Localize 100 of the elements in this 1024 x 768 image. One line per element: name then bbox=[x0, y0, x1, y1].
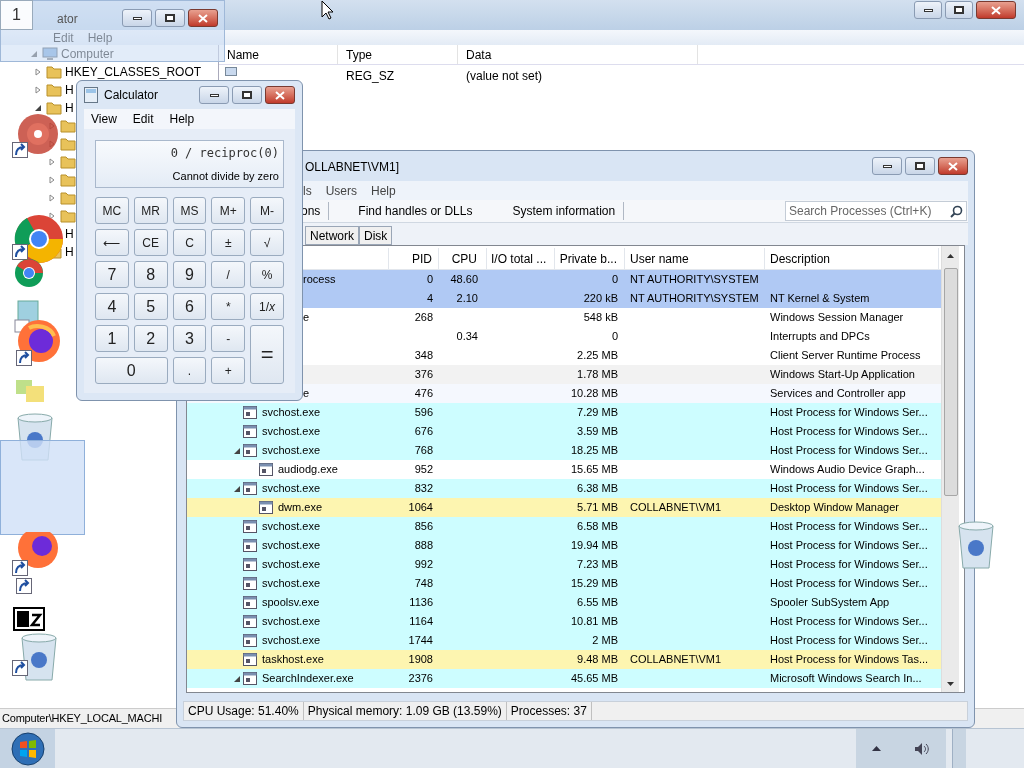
column-header[interactable]: Name bbox=[219, 45, 338, 64]
table-cell-text: Spooler SubSystem App bbox=[770, 595, 890, 611]
column-header[interactable]: Data bbox=[458, 45, 698, 64]
process-row[interactable]: svchost.exe 768 18.25 MB Host Process for Windows Ser... bbox=[187, 441, 941, 460]
calculator-key[interactable]: 1 bbox=[95, 325, 129, 352]
calculator-key[interactable]: = bbox=[250, 325, 284, 384]
column-header[interactable]: Private b... bbox=[555, 248, 625, 269]
status-text: Physical memory: 1.09 GB (13.59%) bbox=[303, 702, 507, 720]
search-field[interactable]: Search Processes (Ctrl+K) bbox=[785, 201, 967, 221]
table-cell-text: 4 bbox=[426, 291, 433, 307]
process-row[interactable]: svchost.exe 748 15.29 MB Host Process for Windows Ser... bbox=[187, 574, 941, 593]
column-header[interactable]: CPU bbox=[439, 248, 487, 269]
calculator-key[interactable]: % bbox=[250, 261, 284, 288]
tree-item[interactable]: HKEY_CLASSES_ROOT bbox=[65, 63, 202, 81]
tree-item[interactable]: H bbox=[65, 81, 74, 99]
calculator-key[interactable]: MC bbox=[95, 197, 129, 224]
calculator-key[interactable]: √ bbox=[250, 229, 284, 256]
calculator-key[interactable]: CE bbox=[133, 229, 168, 256]
table-cell-text: Host Process for Windows Ser... bbox=[770, 519, 928, 535]
table-cell-text: 548 kB bbox=[583, 310, 618, 326]
calculator-key[interactable]: 3 bbox=[172, 325, 207, 352]
menu-item[interactable]: Help bbox=[169, 110, 195, 128]
process-row[interactable]: svchost.exe 676 3.59 MB Host Process for Windows Ser... bbox=[187, 422, 941, 441]
table-cell-text: 1064 bbox=[408, 500, 433, 516]
process-row[interactable]: svchost.exe 1744 2 MB Host Process for Windows Ser... bbox=[187, 631, 941, 650]
calculator-key[interactable]: * bbox=[211, 293, 246, 320]
calculator-key[interactable]: 4 bbox=[95, 293, 129, 320]
calculator-key[interactable]: M+ bbox=[211, 197, 246, 224]
table-cell-text: 768 bbox=[414, 443, 433, 459]
table-cell-text: Windows Start-Up Application bbox=[770, 367, 915, 383]
table-cell-text: Host Process for Windows Ser... bbox=[770, 538, 928, 554]
process-name: svchost.exe bbox=[262, 538, 321, 554]
table-cell-text: Host Process for Windows Ser... bbox=[770, 443, 928, 459]
process-row[interactable]: svchost.exe 832 6.38 MB Host Process for Windows Ser... bbox=[187, 479, 941, 498]
calculator-key[interactable]: ± bbox=[211, 229, 246, 256]
table-cell-text: Interrupts and DPCs bbox=[770, 329, 870, 345]
table-cell-text: 856 bbox=[414, 519, 433, 535]
menu-item[interactable]: Edit bbox=[132, 110, 154, 128]
calculator-key[interactable]: C bbox=[172, 229, 207, 256]
table-cell-text: Host Process for Windows Tas... bbox=[770, 652, 929, 668]
calculator-key[interactable]: 9 bbox=[172, 261, 207, 288]
window-number-badge: 1 bbox=[0, 0, 33, 30]
calculator-key[interactable]: 6 bbox=[172, 293, 207, 320]
process-row[interactable]: taskhost.exe 1908 9.48 MB COLLABNET\VM1 Host Process for Windows Tas... bbox=[187, 650, 941, 669]
process-row[interactable]: svchost.exe 888 19.94 MB Host Process for Windows Ser... bbox=[187, 536, 941, 555]
process-row[interactable]: dwm.exe 1064 5.71 MB COLLABNET\VM1 Desktop Window Manager bbox=[187, 498, 941, 517]
menu-item[interactable]: Users bbox=[325, 181, 357, 200]
table-cell-text: Desktop Window Manager bbox=[770, 500, 899, 516]
expression-text: 0 / reciproc(0) bbox=[170, 145, 279, 162]
process-row[interactable]: SearchIndexer.exe 2376 45.65 MB Microsoft Windows Search In... bbox=[187, 669, 941, 688]
column-header[interactable]: Description bbox=[765, 248, 939, 269]
table-cell-text: 7.29 MB bbox=[577, 405, 618, 421]
calculator-key[interactable]: M- bbox=[250, 197, 284, 224]
tree-item[interactable]: H bbox=[65, 225, 74, 243]
table-cell-text: 19.94 MB bbox=[570, 538, 618, 554]
toolbar-button[interactable]: Find handles or DLLs bbox=[358, 202, 497, 220]
calculator-key[interactable]: 5 bbox=[133, 293, 168, 320]
menu-item[interactable]: Help bbox=[371, 181, 396, 200]
menu-item[interactable]: View bbox=[91, 110, 117, 128]
calculator-key[interactable]: 1/x bbox=[250, 293, 284, 320]
process-name: e bbox=[303, 386, 310, 402]
table-cell-text: Host Process for Windows Ser... bbox=[770, 405, 928, 421]
calculator-key[interactable]: / bbox=[211, 261, 246, 288]
process-name: spoolsv.exe bbox=[262, 595, 320, 611]
toolbar-button[interactable]: System information bbox=[512, 202, 625, 220]
table-cell-text: Services and Controller app bbox=[770, 386, 906, 402]
value-data: (value not set) bbox=[465, 68, 543, 85]
process-name: SearchIndexer.exe bbox=[262, 671, 354, 687]
calculator-key[interactable]: ⟵ bbox=[95, 229, 129, 256]
tree-item[interactable]: H bbox=[65, 243, 74, 261]
column-header[interactable]: PID bbox=[389, 248, 439, 269]
calculator-key[interactable]: . bbox=[172, 357, 207, 384]
process-row[interactable]: spoolsv.exe 1136 6.55 MB Spooler SubSystem App bbox=[187, 593, 941, 612]
column-header[interactable]: User name bbox=[625, 248, 765, 269]
table-cell-text: 2 MB bbox=[592, 633, 618, 649]
calculator-key[interactable]: MS bbox=[172, 197, 207, 224]
table-cell-text: Host Process for Windows Ser... bbox=[770, 557, 928, 573]
calculator-key[interactable]: + bbox=[211, 357, 246, 384]
process-row[interactable]: svchost.exe 1164 10.81 MB Host Process for Windows Ser... bbox=[187, 612, 941, 631]
calculator-key[interactable]: 2 bbox=[133, 325, 168, 352]
calculator-key[interactable]: 0 bbox=[95, 357, 168, 384]
process-row[interactable]: svchost.exe 992 7.23 MB Host Process for Windows Ser... bbox=[187, 555, 941, 574]
menu-item[interactable]: ls bbox=[303, 181, 312, 200]
tree-item[interactable]: H bbox=[65, 99, 74, 117]
table-cell-text: Host Process for Windows Ser... bbox=[770, 424, 928, 440]
table-cell-text: 476 bbox=[414, 386, 433, 402]
column-header[interactable]: Type bbox=[338, 45, 458, 64]
table-cell-text: Microsoft Windows Search In... bbox=[770, 671, 922, 687]
calculator-key[interactable]: 8 bbox=[133, 261, 168, 288]
process-row[interactable]: svchost.exe 596 7.29 MB Host Process for Windows Ser... bbox=[187, 403, 941, 422]
process-row[interactable]: svchost.exe 856 6.58 MB Host Process for Windows Ser... bbox=[187, 517, 941, 536]
tab[interactable]: Disk bbox=[359, 226, 393, 245]
column-header[interactable]: I/O total ... bbox=[487, 248, 555, 269]
calculator-key[interactable]: MR bbox=[133, 197, 168, 224]
table-cell-text: NT Kernel & System bbox=[770, 291, 870, 307]
tab[interactable]: Network bbox=[305, 226, 359, 245]
calculator-key[interactable]: 7 bbox=[95, 261, 129, 288]
calculator-key[interactable]: - bbox=[211, 325, 246, 352]
table-cell-text: 2376 bbox=[408, 671, 433, 687]
table-cell-text: 15.29 MB bbox=[570, 576, 618, 592]
